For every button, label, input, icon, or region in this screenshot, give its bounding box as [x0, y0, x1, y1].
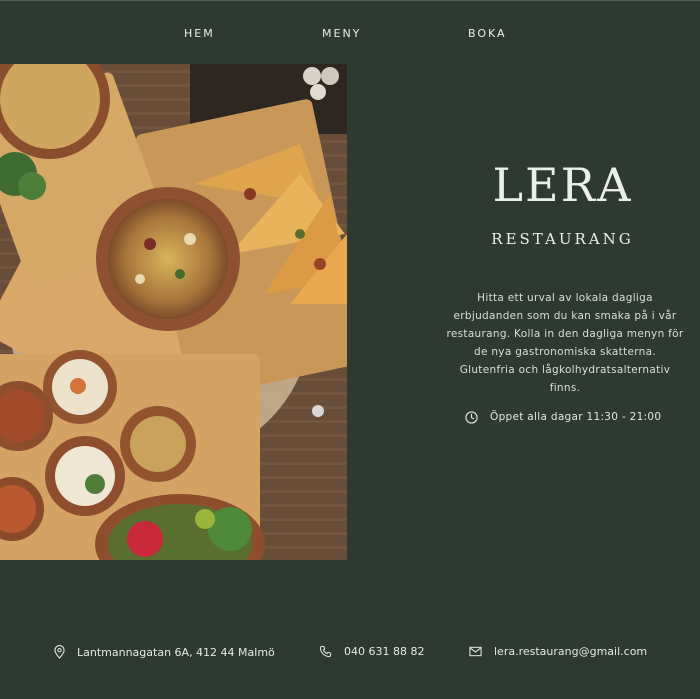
mail-icon [469, 646, 482, 657]
nav-link-meny[interactable]: MENY [322, 27, 361, 40]
footer-phone[interactable]: 040 631 88 82 [319, 645, 424, 658]
opening-hours: Öppet alla dagar 11:30 - 21:00 [465, 409, 661, 425]
opening-hours-text: Öppet alla dagar 11:30 - 21:00 [490, 411, 662, 423]
footer-phone-text: 040 631 88 82 [344, 645, 425, 658]
main-nav: HEM MENY BOKA [0, 27, 700, 43]
top-divider [0, 0, 700, 1]
location-pin-icon [54, 645, 65, 659]
clock-icon [465, 410, 478, 424]
footer-email[interactable]: lera.restaurang@gmail.com [469, 645, 647, 658]
footer-email-text: lera.restaurang@gmail.com [494, 645, 648, 658]
restaurant-description: Hitta ett urval av lokala dagliga erbjud… [446, 291, 684, 394]
phone-icon [319, 645, 332, 658]
hero-food-image [0, 64, 347, 560]
nav-link-hem[interactable]: HEM [184, 27, 215, 40]
footer-address[interactable]: Lantmannagatan 6A, 412 44 Malmö [54, 645, 275, 659]
brand-subtitle: RESTAURANG [491, 230, 634, 248]
footer: Lantmannagatan 6A, 412 44 Malmö 040 631 … [0, 645, 700, 663]
nav-link-boka[interactable]: BOKA [468, 27, 507, 40]
footer-address-text: Lantmannagatan 6A, 412 44 Malmö [77, 645, 275, 659]
brand-title: LERA [492, 158, 633, 212]
